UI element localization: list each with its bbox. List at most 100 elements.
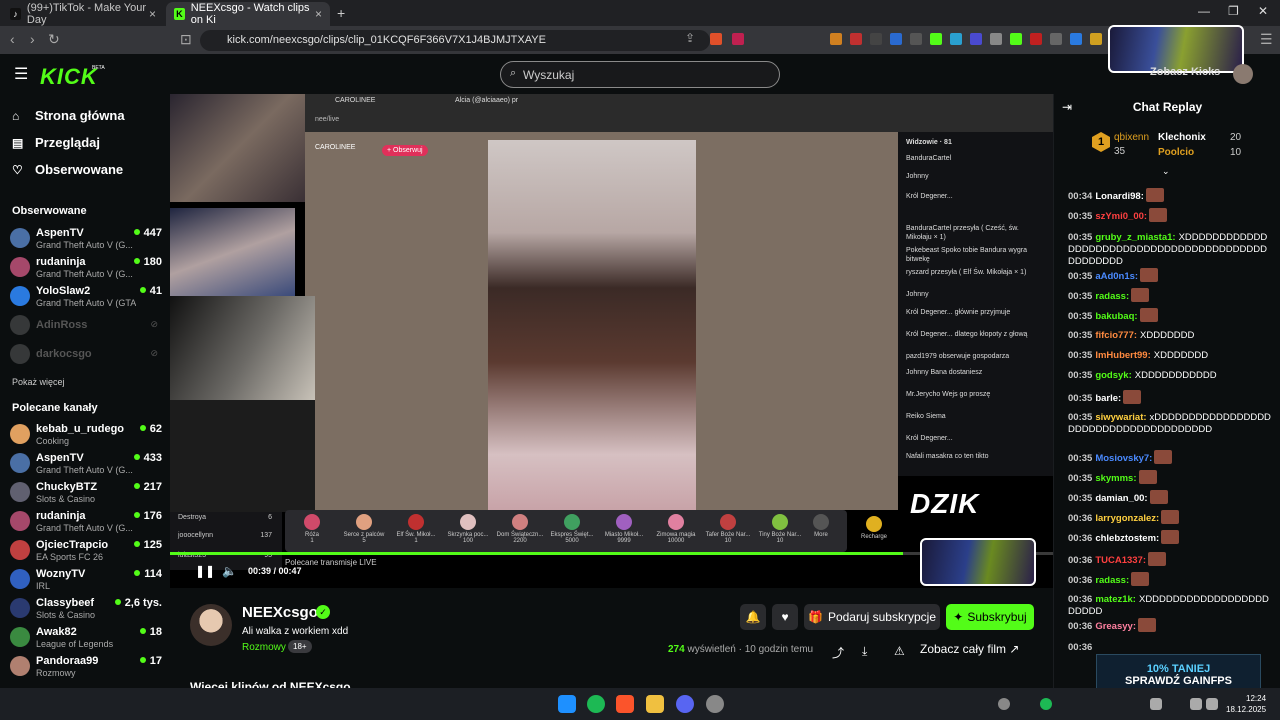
chat-username[interactable]: Lonardi98: [1095,191,1144,202]
channel-item[interactable]: AspenTV Grand Theft Auto V (G... 433 [10,449,162,477]
search-input[interactable]: ⌕ Wyszukaj [500,61,780,88]
chat-username[interactable]: ImHubert99: [1095,350,1150,361]
chat-username[interactable]: radass: [1095,575,1129,586]
chevron-down-icon[interactable]: ⌄ [1162,166,1170,177]
chat-username[interactable]: TUCA1337: [1095,555,1146,566]
channel-item[interactable]: AdinRoss ⊘ [10,311,162,339]
extension-icon[interactable] [850,33,862,45]
channel-item[interactable]: rudaninja Grand Theft Auto V (G... 180 [10,253,162,281]
wifi-icon[interactable] [1190,698,1202,710]
chat-username[interactable]: fifcio777: [1095,330,1137,341]
channel-item[interactable]: YoloSlaw2 Grand Theft Auto V (GTA) 41 [10,282,162,310]
reload-icon[interactable]: ↻ [48,31,60,48]
user-avatar[interactable] [1233,64,1253,84]
extension-icon[interactable] [930,33,942,45]
extension-icon[interactable] [1050,33,1062,45]
new-tab-button[interactable]: + [337,5,345,21]
close-window-icon[interactable]: ✕ [1258,4,1268,18]
chat-username[interactable]: larrygonzalez: [1095,513,1159,524]
sidebar-item-home[interactable]: ⌂ Strona główna [12,108,125,123]
extension-icon[interactable] [1010,33,1022,45]
maximize-icon[interactable]: ❐ [1228,4,1239,18]
notification-bell-button[interactable]: 🔔 [740,604,766,630]
tray-icon[interactable] [998,698,1010,710]
sidebar-item-following[interactable]: ♡ Obserwowane [12,162,123,177]
chat-username[interactable]: siwywariat: [1095,412,1146,423]
chat-username[interactable]: skymms: [1095,473,1136,484]
report-icon[interactable]: ⚠ [894,644,905,658]
folder-icon[interactable] [646,695,664,713]
extension-icon[interactable] [1090,33,1102,45]
zobacz-kicks-link[interactable]: Zobacz Kicks [1150,66,1220,78]
extension-icon[interactable] [870,33,882,45]
tab-kick[interactable]: K NEEXcsgo - Watch clips on Ki × [166,2,330,26]
subscribe-button[interactable]: ✦ Subskrybuj [946,604,1034,630]
ad-banner[interactable]: 10% TANIEJ SPRAWDŹ GAINFPS [1096,654,1261,688]
channel-item[interactable]: AspenTV Grand Theft Auto V (G... 447 [10,224,162,252]
windows-start-icon[interactable] [558,695,576,713]
brave-icon[interactable] [616,695,634,713]
chat-username[interactable]: Greasyy: [1095,621,1136,632]
chat-username[interactable]: gruby_z_miasta1: [1095,232,1175,243]
extension-icon[interactable] [890,33,902,45]
minimize-icon[interactable]: — [1198,4,1210,18]
brave-shield-icon[interactable] [710,33,722,45]
chat-username[interactable]: bakubaq: [1095,311,1137,322]
url-field[interactable]: kick.com/neexcsgo/clips/clip_01KCQF6F366… [200,30,710,51]
watch-full-button[interactable]: Zobacz cały film ↗ [920,642,1019,656]
extension-icon[interactable] [1070,33,1082,45]
close-icon[interactable]: × [149,7,156,21]
channel-name[interactable]: NEEXcsgo [242,604,318,621]
video-player[interactable]: CAROLINEE Alcia (@alciaaeo) pr nee/live … [170,94,1053,588]
close-icon[interactable]: × [315,7,322,21]
channel-item[interactable]: darkocsgo ⊘ [10,340,162,368]
extension-icon[interactable] [910,33,922,45]
chat-username[interactable]: godsyk: [1095,370,1131,381]
extension-icon[interactable] [1030,33,1042,45]
forward-icon[interactable]: › [30,31,35,47]
tab-tiktok[interactable]: ♪ (99+)TikTok - Make Your Day × [2,2,164,26]
share-icon[interactable]: ⤴ [832,644,844,661]
volume-icon[interactable] [1206,698,1218,710]
brave-rewards-icon[interactable] [732,33,744,45]
channel-avatar[interactable] [190,604,232,646]
pause-icon[interactable]: ❚❚ [195,564,215,578]
channel-item[interactable]: kebab_u_rudego Cooking 62 [10,420,162,448]
gift-sub-button[interactable]: 🎁 Podaruj subskrypcje [804,604,940,630]
show-more-link[interactable]: Pokaż więcej [12,377,65,387]
sidebar-item-browse[interactable]: ▤ Przeglądaj [12,135,100,150]
discord-icon[interactable] [676,695,694,713]
clip-preview-thumbnail[interactable] [920,538,1036,586]
chat-username[interactable]: chlebztostem: [1095,533,1159,544]
channel-item[interactable]: rudaninja Grand Theft Auto V (G... 176 [10,507,162,535]
extension-icon[interactable] [830,33,842,45]
channel-item[interactable]: WoznyTV IRL 114 [10,565,162,593]
extension-icon[interactable] [950,33,962,45]
chat-username[interactable]: barle: [1095,393,1121,404]
back-icon[interactable]: ‹ [10,31,15,47]
channel-item[interactable]: Pandoraa99 Rozmowy 17 [10,652,162,680]
share-icon[interactable]: ⇪ [685,31,695,45]
tray-spotify-icon[interactable] [1040,698,1052,710]
download-icon[interactable]: ⤓ [862,644,867,659]
channel-item[interactable]: Awak82 League of Legends 18 [10,623,162,651]
chat-username[interactable]: Mosiovsky7: [1095,453,1152,464]
app-icon[interactable] [706,695,724,713]
channel-item[interactable]: OjciecTrapcio EA Sports FC 26 125 [10,536,162,564]
chat-username[interactable]: radass: [1095,291,1129,302]
discord-tray-icon[interactable] [1150,698,1162,710]
hamburger-icon[interactable]: ☰ [14,64,28,84]
menu-icon[interactable]: ☰ [1260,31,1273,48]
bookmark-icon[interactable]: ⊡ [180,31,192,48]
volume-icon[interactable]: 🔈 [222,564,237,578]
extension-icon[interactable] [970,33,982,45]
channel-item[interactable]: Classybeef Slots & Casino 2,6 tys. [10,594,162,622]
category-link[interactable]: Rozmowy [242,642,286,653]
chat-username[interactable]: matez1k: [1095,594,1136,605]
chat-username[interactable]: damian_00: [1095,493,1147,504]
channel-item[interactable]: ChuckyBTZ Slots & Casino 217 [10,478,162,506]
kick-logo[interactable]: KICK [40,64,98,90]
spotify-icon[interactable] [587,695,605,713]
chat-username[interactable]: aAd0n1s: [1095,271,1138,282]
chat-username[interactable]: szYmi0_00: [1095,211,1147,222]
